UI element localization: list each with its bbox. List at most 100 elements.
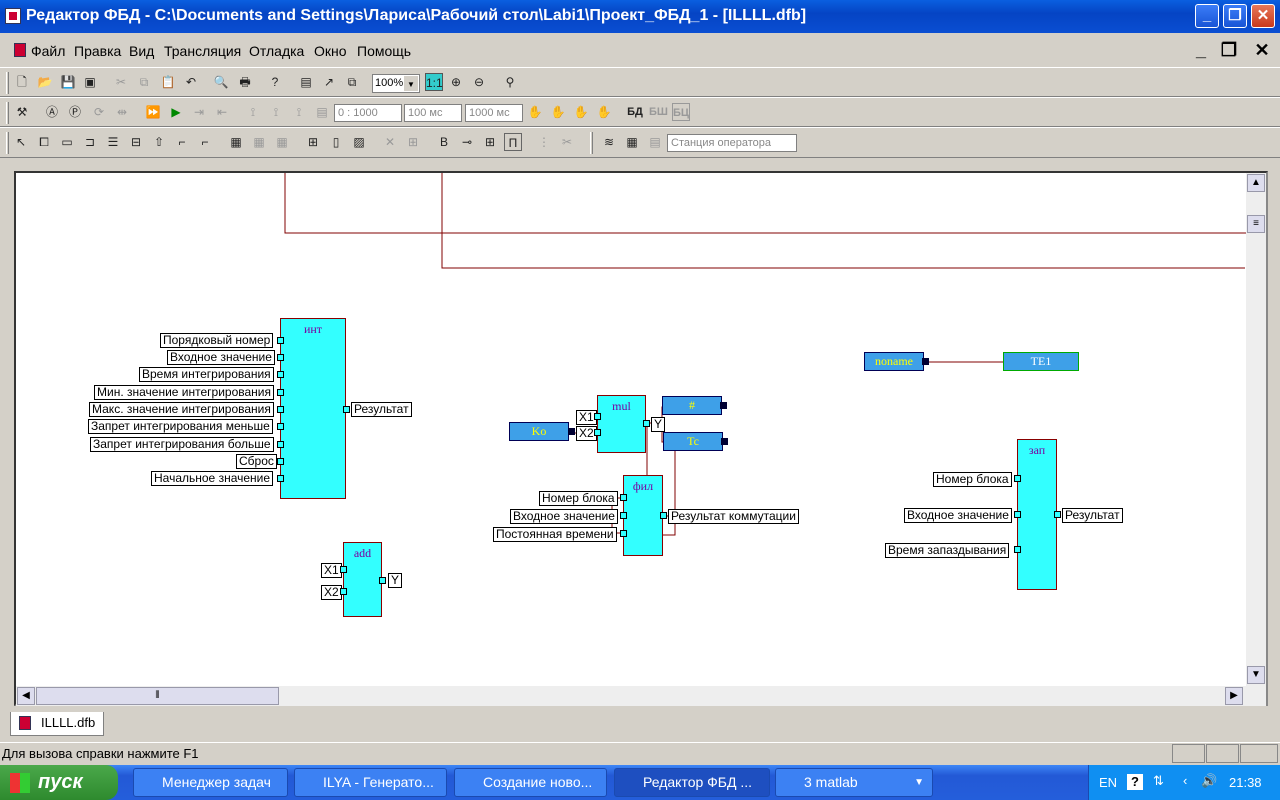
input-port[interactable] (277, 475, 284, 482)
mode-bc-button[interactable]: БЦ (672, 103, 690, 121)
variable-te1[interactable]: TE1 (1003, 352, 1079, 371)
manual-mode-icon[interactable]: Ⓟ (66, 103, 84, 121)
input-block-icon[interactable]: ▭ (58, 133, 76, 151)
wire-icon[interactable]: ⌐ (173, 133, 191, 151)
tab-document[interactable]: ILLLL.dfb (10, 712, 104, 736)
mode-bd-button[interactable]: БД (626, 103, 644, 121)
input-port[interactable] (620, 512, 627, 519)
input-port[interactable] (277, 441, 284, 448)
output-port[interactable] (379, 577, 386, 584)
range-field[interactable]: 0 : 1000 (334, 104, 402, 122)
app-icon[interactable] (5, 8, 21, 24)
scroll-thumb[interactable]: ≡ (1247, 215, 1265, 233)
scroll-thumb[interactable]: ⦀ (36, 687, 279, 705)
log-icon[interactable]: ▤ (313, 103, 331, 121)
output-port[interactable] (343, 406, 350, 413)
minimize-button[interactable]: _ (1195, 4, 1219, 28)
pointer-icon[interactable]: ↖ (12, 133, 30, 151)
link-icon[interactable]: ▦ (273, 133, 291, 151)
step-field-1[interactable]: 100 мс (404, 104, 462, 122)
zoom-select[interactable]: 100% ▼ (372, 74, 420, 93)
arrow-window-icon[interactable]: ↗ (320, 73, 338, 91)
zoom-in-icon[interactable]: ⊕ (447, 73, 465, 91)
hand-grab-icon[interactable]: ✋ (572, 103, 590, 121)
document-icon[interactable] (14, 43, 26, 57)
auto-mode-icon[interactable]: Ⓐ (43, 103, 61, 121)
mul-block[interactable]: mul (597, 395, 646, 453)
mdi-close-button[interactable]: ✕ (1251, 39, 1273, 61)
block-icon[interactable]: ⧠ (35, 133, 53, 151)
menu-debug[interactable]: Отладка (249, 43, 304, 59)
output-port[interactable] (660, 512, 667, 519)
new-file-icon[interactable]: 🗋 (13, 73, 31, 91)
step-field-2[interactable]: 1000 мс (465, 104, 523, 122)
station-field[interactable]: Станция оператора (667, 134, 797, 152)
cycle-icon[interactable]: ⟳ (90, 103, 108, 121)
task-button[interactable]: Создание ново... (454, 768, 607, 797)
scroll-up-icon[interactable]: ▲ (1247, 174, 1265, 192)
menu-view[interactable]: Вид (129, 43, 154, 59)
breakpoint-icon[interactable]: ⟟ (244, 103, 262, 121)
speaker-icon[interactable]: 🔊 (1201, 773, 1217, 789)
zap-block[interactable]: зап (1017, 439, 1057, 590)
scroll-left-icon[interactable]: ◀ (17, 687, 35, 705)
input-port[interactable] (277, 354, 284, 361)
copy-icon[interactable]: ⧉ (135, 73, 153, 91)
input-port[interactable] (277, 423, 284, 430)
distribute-icon[interactable]: ⊞ (404, 133, 422, 151)
horizontal-scrollbar[interactable]: ◀ ⦀ ▶ (16, 686, 1266, 706)
mode-bsh-button[interactable]: БШ (649, 103, 668, 121)
variable-ko[interactable]: Ko (509, 422, 569, 441)
input-port[interactable] (594, 413, 601, 420)
menu-edit[interactable]: Правка (74, 43, 121, 59)
table-block-icon[interactable]: ⊟ (127, 133, 145, 151)
undo-icon[interactable]: ↶ (182, 73, 200, 91)
save-icon[interactable]: 💾 (59, 73, 77, 91)
scroll-down-icon[interactable]: ▼ (1247, 666, 1265, 684)
scroll-right-icon[interactable]: ▶ (1225, 687, 1243, 705)
input-port[interactable] (620, 494, 627, 501)
input-port[interactable] (340, 588, 347, 595)
cascade-icon[interactable]: ⧉ (343, 73, 361, 91)
image-icon[interactable]: ▨ (350, 133, 368, 151)
list-block-icon[interactable]: ☰ (104, 133, 122, 151)
delete-icon[interactable]: ✕ (381, 133, 399, 151)
input-port[interactable] (1014, 546, 1021, 553)
station-icon[interactable]: ▦ (623, 133, 641, 151)
input-port[interactable] (594, 429, 601, 436)
station-list-icon[interactable]: ▤ (646, 133, 664, 151)
print-preview-icon[interactable]: 🔍 (212, 73, 230, 91)
bd-block-icon[interactable]: B (435, 133, 453, 151)
variable-hash[interactable]: # (662, 396, 722, 415)
wire-step-icon[interactable]: ⌐ (196, 133, 214, 151)
mdi-minimize-button[interactable]: _ (1190, 39, 1212, 61)
task-button-active[interactable]: Редактор ФБД ... (614, 768, 770, 797)
arrow-icon[interactable]: ‹ (1183, 773, 1187, 788)
hand-select-icon[interactable]: ✋ (595, 103, 613, 121)
title-bar[interactable]: Редактор ФБД - C:\Documents and Settings… (0, 0, 1280, 33)
menu-file[interactable]: Файл (31, 43, 65, 59)
input-port[interactable] (277, 458, 284, 465)
step-icon[interactable]: ⇹ (113, 103, 131, 121)
print-icon[interactable]: 🖶 (236, 73, 254, 91)
cut-icon[interactable]: ✂ (112, 73, 130, 91)
build-icon[interactable]: ⚒ (13, 103, 31, 121)
run-icon[interactable]: ▶ (167, 103, 185, 121)
tools-icon[interactable]: ✂ (558, 133, 576, 151)
output-port[interactable] (643, 420, 650, 427)
help-icon[interactable]: ? (266, 73, 284, 91)
layers-icon[interactable]: ≋ (600, 133, 618, 151)
align-icon[interactable]: ⊞ (304, 133, 322, 151)
open-folder-icon[interactable]: 📂 (36, 73, 54, 91)
int-block[interactable]: инт (280, 318, 346, 499)
input-port[interactable] (340, 566, 347, 573)
task-button[interactable]: ILYA - Генерато... (294, 768, 447, 797)
input-port[interactable] (1014, 475, 1021, 482)
trace-icon[interactable]: ⟟ (290, 103, 308, 121)
fil-block[interactable]: фил (623, 475, 663, 556)
resize-icon[interactable]: ⊞ (481, 133, 499, 151)
connector-icon[interactable]: ⊸ (458, 133, 476, 151)
input-port[interactable] (277, 389, 284, 396)
help-icon[interactable]: ? (1127, 774, 1143, 790)
dots-icon[interactable]: ⋮ (535, 133, 553, 151)
